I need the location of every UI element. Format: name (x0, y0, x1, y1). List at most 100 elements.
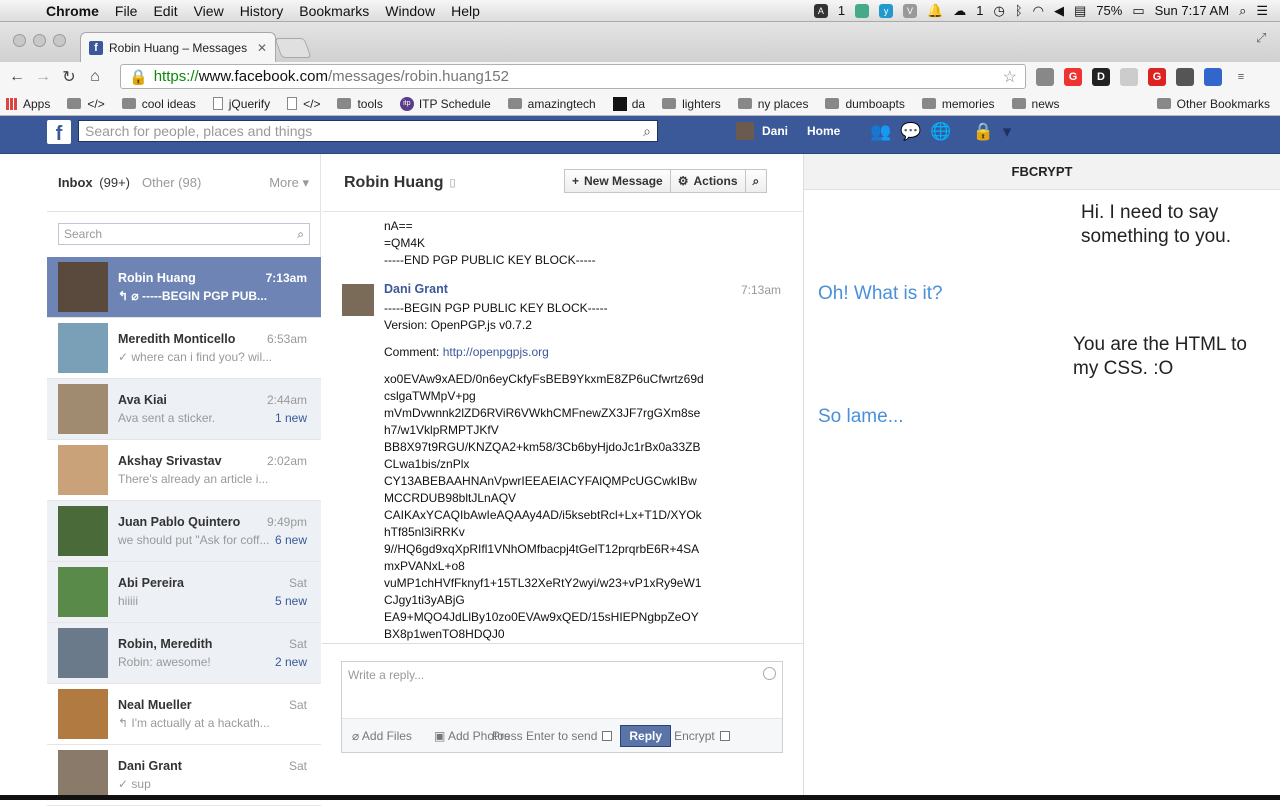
comment-link[interactable]: http://openpgpjs.org (443, 345, 549, 359)
browser-tab[interactable]: f Robin Huang – Messages ✕ (80, 32, 276, 62)
other-tab[interactable]: Other (98) (142, 175, 201, 190)
close-window-icon[interactable] (13, 34, 26, 47)
fullscreen-icon[interactable]: ⤢ (1256, 30, 1266, 46)
bookmark-star-icon[interactable]: ☆ (1003, 67, 1017, 87)
shrink-icon[interactable] (1120, 68, 1138, 86)
notifications-globe-icon[interactable]: 🌐 (930, 122, 951, 142)
add-files-button[interactable]: ⌀ Add Files (352, 729, 412, 743)
grammarly-icon[interactable]: G (1064, 68, 1082, 86)
bluetooth-icon[interactable]: ᛒ (1015, 3, 1023, 18)
volume-icon[interactable]: ◀ (1054, 3, 1064, 19)
encrypt-checkbox[interactable] (719, 731, 730, 742)
actions-button[interactable]: ⚙ Actions (670, 169, 746, 193)
thread-item[interactable]: Ava Kiai 2:44am Ava sent a sticker. 1 new (47, 379, 321, 440)
dropbox-icon[interactable]: ☁ (953, 3, 966, 19)
thread-name: Robin Huang (118, 271, 196, 285)
conversation-title[interactable]: Robin Huang (344, 174, 444, 192)
friend-requests-icon[interactable]: 👥 (870, 122, 891, 142)
d-extension-icon[interactable]: D (1092, 68, 1110, 86)
bookmark-folder-amazingtech[interactable]: amazingtech (507, 97, 596, 111)
wifi-icon[interactable]: ◠ (1033, 3, 1044, 19)
pocket-icon[interactable] (1176, 68, 1194, 86)
g-extension-icon[interactable]: G (1148, 68, 1166, 86)
new-tab-button[interactable] (274, 38, 312, 58)
bookmark-folder-lighters[interactable]: lighters (662, 97, 721, 111)
thread-item[interactable]: Akshay Srivastav 2:02am There's already an… (47, 440, 321, 501)
sender-name[interactable]: Dani Grant (384, 282, 448, 296)
close-tab-icon[interactable]: ✕ (257, 41, 267, 55)
facebook-logo-icon[interactable]: f (47, 120, 71, 145)
add-files-label: Add Files (361, 728, 412, 743)
emoticon-icon[interactable] (763, 667, 776, 680)
notification-center-icon[interactable]: ☰ (1256, 3, 1268, 19)
app-v-icon[interactable]: V (903, 3, 918, 18)
forward-icon[interactable]: → (30, 68, 56, 86)
home-link[interactable]: Home (807, 124, 840, 138)
more-dropdown[interactable]: More ▾ (269, 175, 309, 191)
evernote-icon[interactable] (855, 3, 870, 18)
zoom-window-icon[interactable] (53, 34, 66, 47)
search-icon[interactable]: ⌕ (643, 123, 651, 140)
bookmark-folder-news[interactable]: news (1011, 97, 1060, 111)
reply-button[interactable]: Reply (620, 724, 672, 747)
bookmark-folder-dumboapts[interactable]: dumboapts (825, 97, 905, 111)
inbox-tab[interactable]: Inbox (99+) (58, 175, 130, 190)
menu-icon[interactable]: ≡ (1232, 68, 1250, 86)
message-search-input[interactable]: Search ⌕ (58, 223, 310, 245)
menu-file[interactable]: File (107, 3, 146, 19)
search-icon[interactable]: ⌕ (297, 227, 304, 242)
press-enter-checkbox[interactable] (602, 731, 613, 742)
bookmark-itp-schedule[interactable]: itp ITP Schedule (399, 96, 491, 111)
message-line: nA== (384, 219, 413, 233)
thread-item[interactable]: Juan Pablo Quintero 9:49pm we should put "… (47, 501, 321, 562)
bookmark-jquerify[interactable]: jQuerify (212, 97, 270, 111)
cast-icon[interactable] (1036, 68, 1054, 86)
bookmark-folder-memories[interactable]: memories (921, 97, 995, 111)
menu-window[interactable]: Window (377, 3, 443, 19)
app-y-icon[interactable]: y (879, 3, 894, 18)
time-machine-icon[interactable]: ◷ (993, 3, 1004, 19)
menu-help[interactable]: Help (443, 3, 488, 19)
battery-icon[interactable]: ▭ (1132, 3, 1144, 19)
extension-icon[interactable] (1204, 68, 1222, 86)
bookmark-da[interactable]: da (612, 96, 645, 111)
bookmark-folder-code[interactable]: </> (67, 97, 105, 111)
facebook-search-input[interactable]: Search for people, places and things ⌕ (78, 120, 658, 142)
search-conversation-button[interactable]: ⌕ (745, 169, 768, 193)
clock[interactable]: Sun 7:17 AM (1155, 3, 1229, 18)
menu-app-name[interactable]: Chrome (38, 3, 107, 19)
home-icon[interactable]: ⌂ (82, 68, 108, 86)
profile-link[interactable]: Dani (736, 122, 788, 140)
menu-history[interactable]: History (232, 3, 292, 19)
thread-item[interactable]: Robin Huang 7:13am ↰ ⌀ -----BEGIN PGP PUB.… (47, 257, 321, 318)
address-bar[interactable]: 🔒 https:// www.facebook.com /messages/ro… (120, 64, 1026, 89)
reload-icon[interactable]: ↻ (56, 67, 82, 87)
bookmark-folder-ny-places[interactable]: ny places (737, 97, 808, 111)
encrypt-toggle[interactable]: Encrypt (674, 729, 730, 743)
notification-app-icon[interactable]: A (813, 3, 828, 18)
messages-icon[interactable]: 💬 (900, 122, 921, 142)
back-icon[interactable]: ← (4, 68, 30, 86)
privacy-lock-icon[interactable]: 🔒 (973, 122, 994, 142)
bookmark-folder-tools[interactable]: tools (337, 97, 383, 111)
thread-item[interactable]: Robin, Meredith Sat Robin: awesome! 2 new (47, 623, 321, 684)
press-enter-toggle[interactable]: Press Enter to send (492, 729, 613, 743)
bookmark-code-page[interactable]: </> (287, 97, 320, 111)
thread-item[interactable]: Neal Mueller Sat ↰ I'm actually at a hacka… (47, 684, 321, 745)
bell-icon[interactable]: 🔔 (927, 3, 943, 19)
bookmark-apps[interactable]: Apps (6, 97, 50, 111)
flag-icon[interactable]: ▤ (1074, 3, 1086, 19)
thread-item[interactable]: Abi Pereira Sat hiiiii 5 new (47, 562, 321, 623)
menu-bookmarks[interactable]: Bookmarks (291, 3, 377, 19)
sender-avatar[interactable] (342, 284, 374, 316)
menu-edit[interactable]: Edit (145, 3, 185, 19)
bookmark-other[interactable]: Other Bookmarks (1156, 97, 1270, 111)
menu-view[interactable]: View (186, 3, 232, 19)
reply-composer[interactable]: Write a reply... ⌀ Add Files ▣ Add Photo… (341, 661, 783, 753)
bookmark-folder-cool-ideas[interactable]: cool ideas (121, 97, 196, 111)
minimize-window-icon[interactable] (33, 34, 46, 47)
new-message-button[interactable]: + New Message (564, 169, 671, 193)
thread-item[interactable]: Meredith Monticello 6:53am ✓ where can i f… (47, 318, 321, 379)
spotlight-icon[interactable]: ⌕ (1239, 3, 1246, 19)
account-settings-icon[interactable]: ▾ (1003, 122, 1012, 142)
